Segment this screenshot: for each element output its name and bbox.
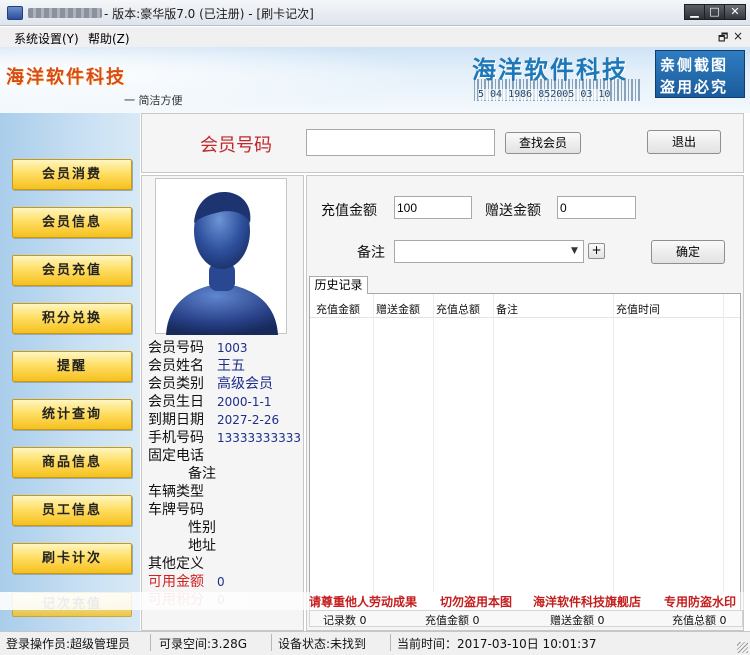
banner-stamp: 亲侧截图 盗用必究 [655,50,745,98]
menu-bar: 系统设置(Y) 帮助(Z) 🗗 × [0,27,750,47]
status-time: 当前时间：2017-03-10日 10:01:37 [397,637,597,651]
tab-history[interactable]: 历史记录 [309,276,368,294]
gift-amount-input[interactable] [557,196,636,219]
recharge-form-panel: 充值金额 赠送金额 备注 ▼ + 确定 历史记录 充值金额 赠送金额 充值总额 … [306,175,744,631]
search-panel: 会员号码 查找会员 退出 [141,113,744,173]
banner-logo: 海洋软件科技 [6,67,126,88]
column-header[interactable]: 充值金额 [316,301,360,317]
total-recharge-sum: 充值总额 0 [672,614,727,627]
add-note-button[interactable]: + [588,243,605,259]
title-bar: - 版本:豪华版7.0 (已注册) - [刷卡记次] ▁ □ ✕ [0,0,750,26]
table-header: 充值金额 赠送金额 充值总额 备注 充值时间 [310,298,740,318]
info-row-mobile: 手机号码 13333333333 [148,430,301,446]
info-row-balance: 可用金额 0 [148,574,225,590]
find-member-button[interactable]: 查找会员 [505,132,581,154]
history-table: 充值金额 赠送金额 充值总额 备注 充值时间 [309,293,741,611]
nav-points-exchange[interactable]: 积分兑换 [12,303,132,334]
dropdown-arrow-icon[interactable]: ▼ [571,246,578,256]
nav-product-info[interactable]: 商品信息 [12,447,132,478]
mdi-close-icon[interactable]: × [733,29,743,43]
resize-grip-icon[interactable] [737,642,748,653]
info-row-address: 地址 [188,538,216,554]
info-row-plate: 车牌号码 [148,502,204,518]
app-icon [7,6,23,20]
close-window-button[interactable]: ✕ [724,4,746,20]
stamp-line-1: 亲侧截图 [660,56,729,74]
info-row-birthday: 会员生日 2000-1-1 [148,394,272,410]
totals-bar: 记录数 0 充值金额 0 赠送金额 0 充值总额 0 [309,610,743,627]
total-gift-amount: 赠送金额 0 [550,614,605,627]
info-row-expiry: 到期日期 2027-2-26 [148,412,280,428]
nav-statistics[interactable]: 统计查询 [12,399,132,430]
column-header[interactable]: 备注 [496,301,518,317]
info-row-member-name: 会员姓名 王五 [148,358,245,374]
info-row-phone: 固定电话 [148,448,204,464]
banner-slogan: 一 简洁方便 [124,94,183,107]
info-row-member-category: 会员类别 高级会员 [148,376,273,392]
mdi-restore-icon[interactable]: 🗗 [718,29,728,48]
status-operator: 登录操作员:超级管理员 [6,637,131,651]
member-info-panel: 会员号码 1003 会员姓名 王五 会员类别 高级会员 会员生日 2000-1-1 到期… [141,175,304,631]
gift-amount-label: 赠送金额 [485,203,541,219]
nav-reminder[interactable]: 提醒 [12,351,132,382]
status-device: 设备状态:未找到 [278,637,367,651]
nav-member-consume[interactable]: 会员消费 [12,159,132,190]
total-recharge-amount: 充值金额 0 [425,614,480,627]
column-header[interactable]: 赠送金额 [376,301,420,317]
avatar [155,178,287,335]
nav-member-info[interactable]: 会员信息 [12,207,132,238]
exit-button[interactable]: 退出 [647,130,721,154]
recharge-amount-input[interactable] [394,196,472,219]
menu-system-settings[interactable]: 系统设置(Y) [14,30,79,47]
minimize-button[interactable]: ▁ [684,4,705,20]
nav-staff-info[interactable]: 员工信息 [12,495,132,526]
info-row-member-no: 会员号码 1003 [148,340,248,356]
note-label: 备注 [357,245,385,261]
nav-count-recharge[interactable]: 记次充值 [12,592,132,617]
member-number-input[interactable] [306,129,495,156]
stamp-line-2: 盗用必究 [660,78,729,96]
record-count: 记录数 0 [323,614,367,627]
info-row-remark: 备注 [188,466,216,482]
info-row-points: 可用积分 0 [148,592,225,608]
barcode-text: 5 04 1986 852005 03 10 [478,89,611,100]
status-bar: 登录操作员:超级管理员 可录空间:3.28G 设备状态:未找到 当前时间：201… [0,631,750,655]
header-banner: 海洋软件科技 一 简洁方便 海洋软件科技 5 04 1986 852005 03… [0,47,750,113]
title-blurred-name [28,8,102,18]
confirm-button[interactable]: 确定 [651,240,725,264]
info-row-gender: 性别 [188,520,216,536]
left-navigation: 会员消费 会员信息 会员充值 积分兑换 提醒 统计查询 商品信息 员工信息 刷卡… [0,113,140,631]
menu-help[interactable]: 帮助(Z) [88,30,130,47]
info-row-vehicle-type: 车辆类型 [148,484,204,500]
note-select[interactable] [394,240,584,263]
info-row-other: 其他定义 [148,556,204,572]
maximize-button[interactable]: □ [704,4,725,20]
nav-member-recharge[interactable]: 会员充值 [12,255,132,286]
person-silhouette-icon [166,192,278,335]
nav-card-count[interactable]: 刷卡计次 [12,543,132,574]
column-header[interactable]: 充值时间 [616,301,660,317]
member-number-label: 会员号码 [200,135,272,156]
status-space: 可录空间:3.28G [159,637,248,651]
column-header[interactable]: 充值总额 [436,301,480,317]
recharge-amount-label: 充值金额 [321,203,377,219]
window-title: - 版本:豪华版7.0 (已注册) - [刷卡记次] [104,7,314,21]
